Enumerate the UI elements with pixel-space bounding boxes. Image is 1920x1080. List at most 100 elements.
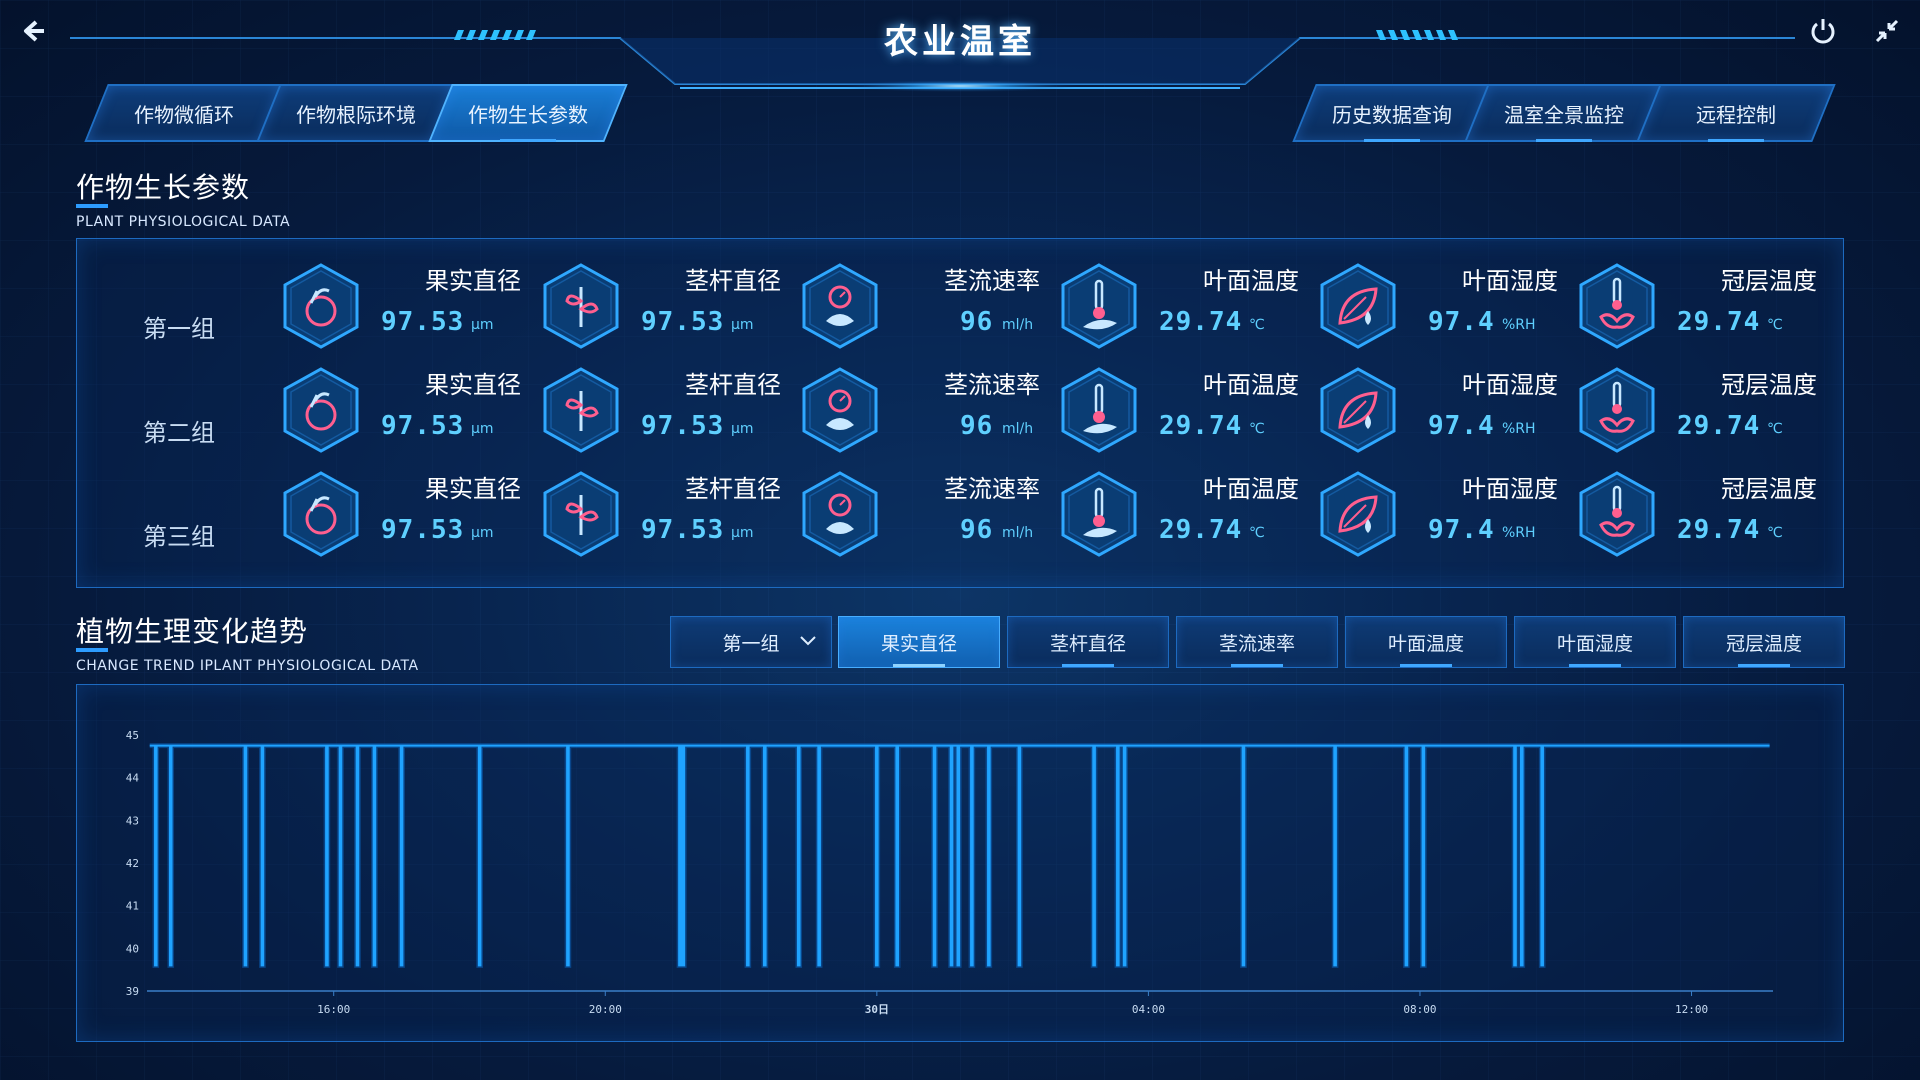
page-title: 农业温室 [884, 22, 1036, 62]
metric-unit: ℃ [1767, 525, 1783, 541]
x-tick-label: 08:00 [1403, 1003, 1436, 1016]
group-label: 第二组 [143, 419, 215, 447]
metric-value: 97.53 [381, 411, 465, 441]
stem-icon [541, 261, 621, 351]
group-label: 第三组 [143, 523, 215, 551]
metric-unit: μm [471, 317, 494, 333]
collapse-icon[interactable] [1870, 14, 1904, 48]
tab-crop-growth-params[interactable]: 作物生长参数 [428, 84, 628, 142]
tab-crop-rhizosphere[interactable]: 作物根际环境 [256, 84, 456, 142]
x-tick-label: 30日 [865, 1003, 889, 1016]
filter-underline [893, 664, 945, 667]
metric-value: 29.74 [1159, 515, 1243, 545]
x-tick-label: 04:00 [1132, 1003, 1165, 1016]
metric-name: 果实直径 [425, 371, 521, 399]
leaf-humidity-icon [1318, 469, 1398, 559]
sap-flow-icon [800, 261, 880, 351]
fruit-icon [281, 261, 361, 351]
trend-section-subtitle: CHANGE TREND IPLANT PHYSIOLOGICAL DATA [76, 658, 419, 674]
metric-card: 冠层温度 29.74 ℃ [1577, 261, 1837, 351]
leaf-temperature-icon [1059, 365, 1139, 455]
x-tick-label: 20:00 [589, 1003, 622, 1016]
metric-unit: %RH [1502, 421, 1536, 437]
metric-unit: μm [731, 421, 754, 437]
metric-filter-button[interactable]: 茎流速率 [1176, 616, 1338, 668]
y-tick-label: 40 [126, 942, 139, 955]
trend-section-title: 植物生理变化趋势 [76, 615, 309, 648]
fruit-icon [281, 469, 361, 559]
metric-filter-label: 果实直径 [880, 632, 957, 655]
metric-card: 茎流速率 96 ml/h [800, 365, 1060, 455]
filter-underline [1400, 664, 1452, 667]
metric-unit: ℃ [1767, 421, 1783, 437]
metric-value: 97.53 [381, 515, 465, 545]
metric-name: 茎流速率 [944, 475, 1040, 503]
metric-unit: ℃ [1249, 421, 1265, 437]
trend-chart-panel: 39 40 41 42 43 44 45 16:00 20:00 30日 04:00 08:00 12:… [76, 684, 1844, 1042]
metric-card: 叶面湿度 97.4 %RH [1318, 365, 1578, 455]
metric-filter-label: 茎流速率 [1218, 632, 1295, 655]
tab-remote-control[interactable]: 远程控制 [1636, 84, 1836, 142]
metric-value: 97.4 [1428, 515, 1495, 545]
y-tick-label: 39 [126, 985, 139, 998]
growth-section-subtitle: PLANT PHYSIOLOGICAL DATA [76, 214, 291, 230]
metric-value: 97.53 [641, 515, 725, 545]
metric-card: 果实直径 97.53 μm [281, 365, 541, 455]
metric-filter-button[interactable]: 叶面温度 [1345, 616, 1507, 668]
growth-metrics-panel: 第一组 果实直径 97.53 μm 茎杆直径 97.53 μm 茎流速率 96 ml/h 叶面温度 2… [76, 238, 1844, 588]
tab-history-query[interactable]: 历史数据查询 [1292, 84, 1492, 142]
x-tick-label: 16:00 [317, 1003, 350, 1016]
tab-panorama-monitor[interactable]: 温室全景监控 [1464, 84, 1664, 142]
metric-value: 96 [960, 515, 994, 545]
tab-crop-microcycle[interactable]: 作物微循环 [84, 84, 284, 142]
metric-filter-button[interactable]: 茎杆直径 [1007, 616, 1169, 668]
y-tick-label: 43 [126, 814, 139, 827]
stem-icon [541, 365, 621, 455]
leaf-temperature-icon [1059, 261, 1139, 351]
trend-line-chart: 39 40 41 42 43 44 45 16:00 20:00 30日 04:00 08:00 12:… [126, 729, 1773, 1016]
metric-card: 叶面湿度 97.4 %RH [1318, 261, 1578, 351]
group-label: 第一组 [143, 315, 215, 343]
metric-value: 96 [960, 307, 994, 337]
metric-unit: ml/h [1002, 525, 1034, 541]
metric-unit: μm [471, 421, 494, 437]
back-arrow-icon[interactable] [16, 14, 50, 48]
metric-unit: ℃ [1249, 525, 1265, 541]
metric-filter-button[interactable]: 果实直径 [838, 616, 1000, 668]
sap-flow-icon [800, 365, 880, 455]
metric-card: 茎杆直径 97.53 μm [541, 365, 801, 455]
metric-name: 叶面温度 [1203, 267, 1299, 295]
y-tick-label: 42 [126, 857, 139, 870]
metric-filter-button[interactable]: 冠层温度 [1683, 616, 1845, 668]
metric-filter-button[interactable]: 叶面湿度 [1514, 616, 1676, 668]
y-tick-label: 45 [126, 729, 139, 742]
filter-underline [1231, 664, 1283, 667]
metric-unit: ml/h [1002, 421, 1034, 437]
filter-underline [1569, 664, 1621, 667]
metric-card: 叶面湿度 97.4 %RH [1318, 469, 1578, 559]
metric-name: 茎流速率 [944, 267, 1040, 295]
metric-card: 叶面温度 29.74 ℃ [1059, 365, 1319, 455]
metric-value: 29.74 [1677, 515, 1761, 545]
group-select[interactable]: 第一组 [670, 616, 832, 668]
chevron-down-icon [800, 636, 816, 646]
power-icon[interactable] [1806, 14, 1840, 48]
growth-section-title: 作物生长参数 [76, 171, 251, 204]
metric-filter-label: 茎杆直径 [1049, 632, 1126, 655]
metric-name: 茎杆直径 [685, 475, 781, 503]
metric-name: 叶面温度 [1203, 475, 1299, 503]
metric-value: 97.53 [381, 307, 465, 337]
x-tick-label: 12:00 [1675, 1003, 1708, 1016]
group-select-value: 第一组 [722, 632, 780, 655]
tab-label: 作物微循环 [134, 102, 234, 127]
metric-unit: ml/h [1002, 317, 1034, 333]
metric-name: 叶面湿度 [1462, 475, 1558, 503]
metric-name: 冠层温度 [1721, 267, 1817, 295]
metric-unit: ℃ [1249, 317, 1265, 333]
filter-underline [1738, 664, 1790, 667]
metric-name: 茎杆直径 [685, 371, 781, 399]
canopy-temperature-icon [1577, 469, 1657, 559]
metric-value: 96 [960, 411, 994, 441]
metric-value: 29.74 [1677, 307, 1761, 337]
trend-section-header: 植物生理变化趋势 CHANGE TREND IPLANT PHYSIOLOGIC… [76, 610, 419, 674]
